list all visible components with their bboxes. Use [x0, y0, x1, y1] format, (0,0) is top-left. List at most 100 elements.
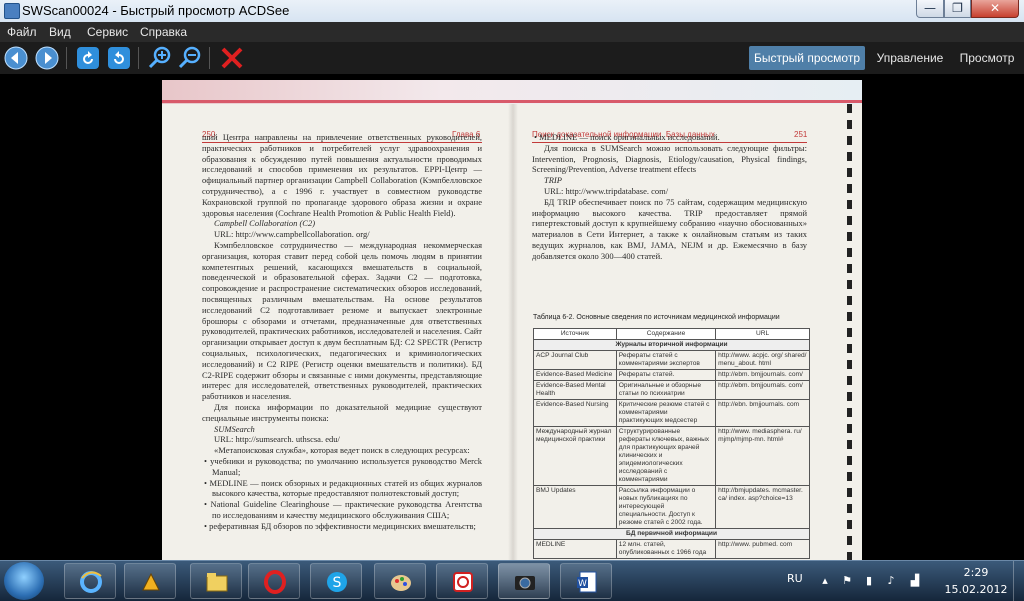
taskbar-app[interactable]: S [310, 563, 362, 599]
svg-text:W: W [578, 579, 587, 589]
list-item: • MEDLINE — поиск обзорных и редакционны… [204, 477, 482, 499]
taskbar-app[interactable] [190, 563, 242, 599]
paragraph: Кэмпбелловское сотрудничество — междунар… [202, 239, 482, 402]
table-cell: ACP Journal Club [533, 350, 617, 370]
clock-date[interactable]: 15.02.2012 [940, 583, 1012, 596]
back-arrow-icon[interactable] [4, 46, 28, 70]
word-icon: W [577, 571, 597, 593]
taskbar-app[interactable] [374, 563, 426, 599]
skype-icon: S [327, 572, 347, 592]
paint-icon [391, 575, 411, 591]
toolbar-separator [138, 47, 139, 69]
table-header: Источник [533, 328, 617, 340]
paragraph: SUMSearch [214, 423, 255, 434]
table-cell: Международный журнал медицинской практик… [533, 426, 617, 486]
table-cell: http://bmjupdates. mcmaster. ca/ index. … [715, 485, 810, 529]
file-manager-icon [206, 573, 228, 592]
menu-help[interactable]: Справка [140, 25, 187, 39]
volume-icon[interactable]: ♪ [884, 574, 898, 588]
table-cell: Рефераты статей с комментариями эксперто… [615, 350, 717, 370]
right-page-text: • MEDLINE — поиск оригинальных исследова… [532, 132, 807, 262]
input-language[interactable]: RU [787, 572, 803, 585]
rotate-left-icon[interactable] [76, 46, 100, 70]
action-center-icon[interactable]: ⚑ [840, 574, 854, 588]
paragraph: URL: http://sumsearch. uthscsa. edu/ [214, 434, 340, 445]
paragraph: Campbell Collaboration (C2) [214, 218, 316, 229]
start-button[interactable] [4, 562, 44, 600]
table-cell: Рефераты статей. [615, 369, 717, 381]
window-title: SWScan00024 - Быстрый просмотр ACDSee [22, 3, 290, 18]
table-header-row: Источник Содержание URL [533, 328, 810, 340]
paragraph: «Метапоисковая служба», которая ведет по… [214, 445, 470, 456]
scanned-book-spread: 250 Глава 6 Поиск доказательной информац… [162, 80, 862, 560]
table-cell: Evidence-Based Mental Health [533, 380, 617, 400]
sources-table: Источник Содержание URL Журналы вторично… [533, 328, 810, 559]
scan-dashed-edge [847, 104, 852, 560]
table-caption: Таблица 6-2. Основные сведения по источн… [533, 314, 780, 321]
table-cell: Evidence-Based Nursing [533, 399, 617, 427]
table-row: Evidence-Based Mental Health Оригинальные… [533, 380, 810, 400]
table-cell: Оригинальные и обзорные статьи по психиа… [615, 380, 717, 400]
table-group-label: Журналы вторичной информации [533, 339, 810, 351]
table-row: Evidence-Based Medicine Рефераты статей. h… [533, 369, 810, 381]
show-hidden-icons-icon[interactable]: ▴ [818, 574, 832, 588]
paragraph: ший Центра направлены на привлечение отв… [202, 132, 482, 218]
paragraph: URL: http://www.tripdatabase. com/ [544, 185, 669, 196]
list-item: • National Guideline Clearinghouse — пра… [204, 499, 482, 520]
table-cell: BMJ Updates [533, 485, 617, 529]
zoom-in-icon[interactable] [148, 46, 172, 70]
table-cell: http://ebm. bmjjournals. com/ [715, 369, 810, 381]
taskbar-app[interactable] [248, 563, 300, 599]
winamp-icon [142, 572, 160, 591]
tab-quick-view[interactable]: Быстрый просмотр [749, 46, 865, 70]
menu-service[interactable]: Сервис [87, 25, 128, 39]
table-row: Международный журнал медицинской практик… [533, 426, 810, 486]
taskbar-app[interactable] [64, 563, 116, 599]
clock-time[interactable]: 2:29 [946, 566, 1006, 579]
rotate-right-icon[interactable] [107, 46, 131, 70]
table-header: Содержание [615, 328, 717, 340]
internet-explorer-icon [80, 571, 102, 593]
taskbar-app[interactable] [124, 563, 176, 599]
table-cell: MEDLINE [533, 539, 617, 559]
paragraph: Для поиска информации по доказательной м… [202, 401, 482, 423]
svg-text:S: S [333, 575, 342, 591]
menu-file[interactable]: Файл [7, 25, 37, 39]
battery-icon[interactable]: ▮ [862, 574, 876, 588]
table-cell: http://ebm. bmjjournals. com/ [715, 380, 810, 400]
table-cell: Evidence-Based Medicine [533, 369, 617, 381]
image-viewer[interactable]: 250 Глава 6 Поиск доказательной информац… [0, 74, 1024, 560]
table-cell: http://www. pubmed. com [715, 539, 810, 559]
opera-icon [264, 570, 286, 594]
book-gutter [508, 104, 518, 560]
list-item: • MEDLINE — поиск оригинальных исследова… [534, 132, 720, 142]
table-cell: 12 млн. статей, опубликованных с 1966 го… [615, 539, 717, 559]
foxit-reader-icon [453, 572, 473, 592]
table-cell: Рассылка информации о новых публикациях … [615, 485, 717, 529]
left-page-text: ший Центра направлены на привлечение отв… [202, 132, 482, 531]
maximize-button[interactable]: ❐ [944, 0, 971, 18]
list-item: • учебники и руководства; по умолчанию и… [204, 455, 482, 477]
toolbar-separator [66, 47, 67, 69]
show-desktop-button[interactable] [1013, 561, 1024, 601]
list-item: • реферативная БД обзоров по эффективнос… [204, 520, 476, 531]
taskbar-app[interactable]: W [560, 563, 612, 599]
taskbar: S W RU ▴ ⚑ ▮ ♪ ▟ 2:29 15.02.2012 [0, 560, 1024, 601]
tab-view[interactable]: Просмотр [954, 46, 1020, 70]
minimize-button[interactable]: — [916, 0, 944, 18]
table-row: BMJ Updates Рассылка информации о новых п… [533, 485, 810, 529]
title-bar: SWScan00024 - Быстрый просмотр ACDSee — … [0, 0, 1024, 23]
close-button[interactable]: ✕ [971, 0, 1019, 18]
zoom-out-icon[interactable] [178, 46, 202, 70]
close-red-x-icon[interactable] [220, 46, 244, 70]
taskbar-app[interactable] [436, 563, 488, 599]
menu-view[interactable]: Вид [49, 25, 71, 39]
table-row: Evidence-Based Nursing Критические резюме… [533, 399, 810, 427]
paragraph: TRIP [544, 175, 562, 186]
acdsee-icon [515, 576, 535, 590]
network-icon[interactable]: ▟ [908, 574, 922, 588]
forward-arrow-icon[interactable] [35, 46, 59, 70]
taskbar-app-active[interactable] [498, 563, 550, 599]
paragraph: БД TRIP обеспечивает поиск по 75 сайтам,… [532, 196, 807, 261]
tab-manage[interactable]: Управление [870, 46, 950, 70]
